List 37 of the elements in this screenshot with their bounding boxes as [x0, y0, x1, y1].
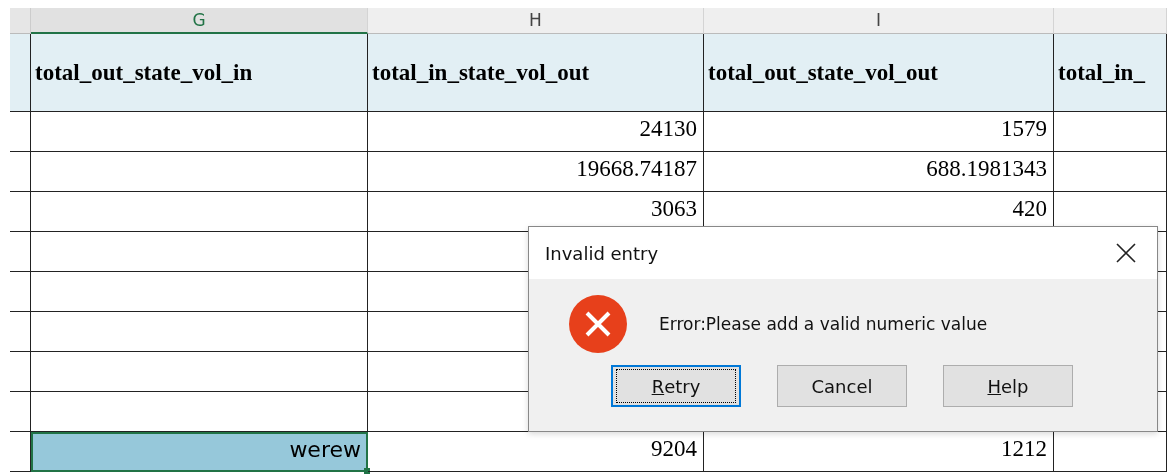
table-cell[interactable] [31, 232, 368, 272]
row-header[interactable] [10, 192, 31, 232]
column-header[interactable]: H [368, 8, 704, 34]
table-cell[interactable] [1054, 112, 1167, 152]
table-cell[interactable] [31, 192, 368, 232]
row-header[interactable] [10, 392, 31, 432]
column-header[interactable]: G [31, 8, 368, 34]
row-header[interactable] [10, 312, 31, 352]
table-cell[interactable]: 24130 [368, 112, 704, 152]
table-header-cell: total_out_state_vol_in [31, 34, 368, 112]
row-header[interactable] [10, 152, 31, 192]
table-cell[interactable]: 688.1981343 [704, 152, 1054, 192]
row-header[interactable] [10, 34, 31, 112]
table-header-cell: total_out_state_vol_out [704, 34, 1054, 112]
table-cell[interactable] [31, 272, 368, 312]
row-header[interactable] [10, 352, 31, 392]
dialog-button[interactable]: Cancel [777, 365, 907, 407]
close-icon[interactable] [1115, 242, 1137, 264]
error-message: Error:Please add a valid numeric value [659, 314, 988, 334]
row-header[interactable] [10, 232, 31, 272]
row-header[interactable] [10, 272, 31, 312]
dialog-title: Invalid entry [545, 242, 659, 264]
table-cell[interactable] [1054, 152, 1167, 192]
row-header[interactable] [10, 112, 31, 152]
table-cell[interactable]: 19668.74187 [368, 152, 704, 192]
dialog-button[interactable]: Retry [611, 365, 741, 407]
table-cell[interactable] [31, 352, 368, 392]
error-icon [569, 295, 627, 353]
dialog-button[interactable]: Help [943, 365, 1073, 407]
table-cell[interactable] [31, 112, 368, 152]
table-header-cell: total_in_ [1054, 34, 1167, 112]
table-cell[interactable]: 1579 [704, 112, 1054, 152]
column-header[interactable]: I [704, 8, 1054, 34]
table-header-cell: total_in_state_vol_out [368, 34, 704, 112]
active-cell[interactable]: werew [31, 432, 368, 472]
table-cell[interactable] [31, 152, 368, 192]
table-cell[interactable] [31, 312, 368, 352]
